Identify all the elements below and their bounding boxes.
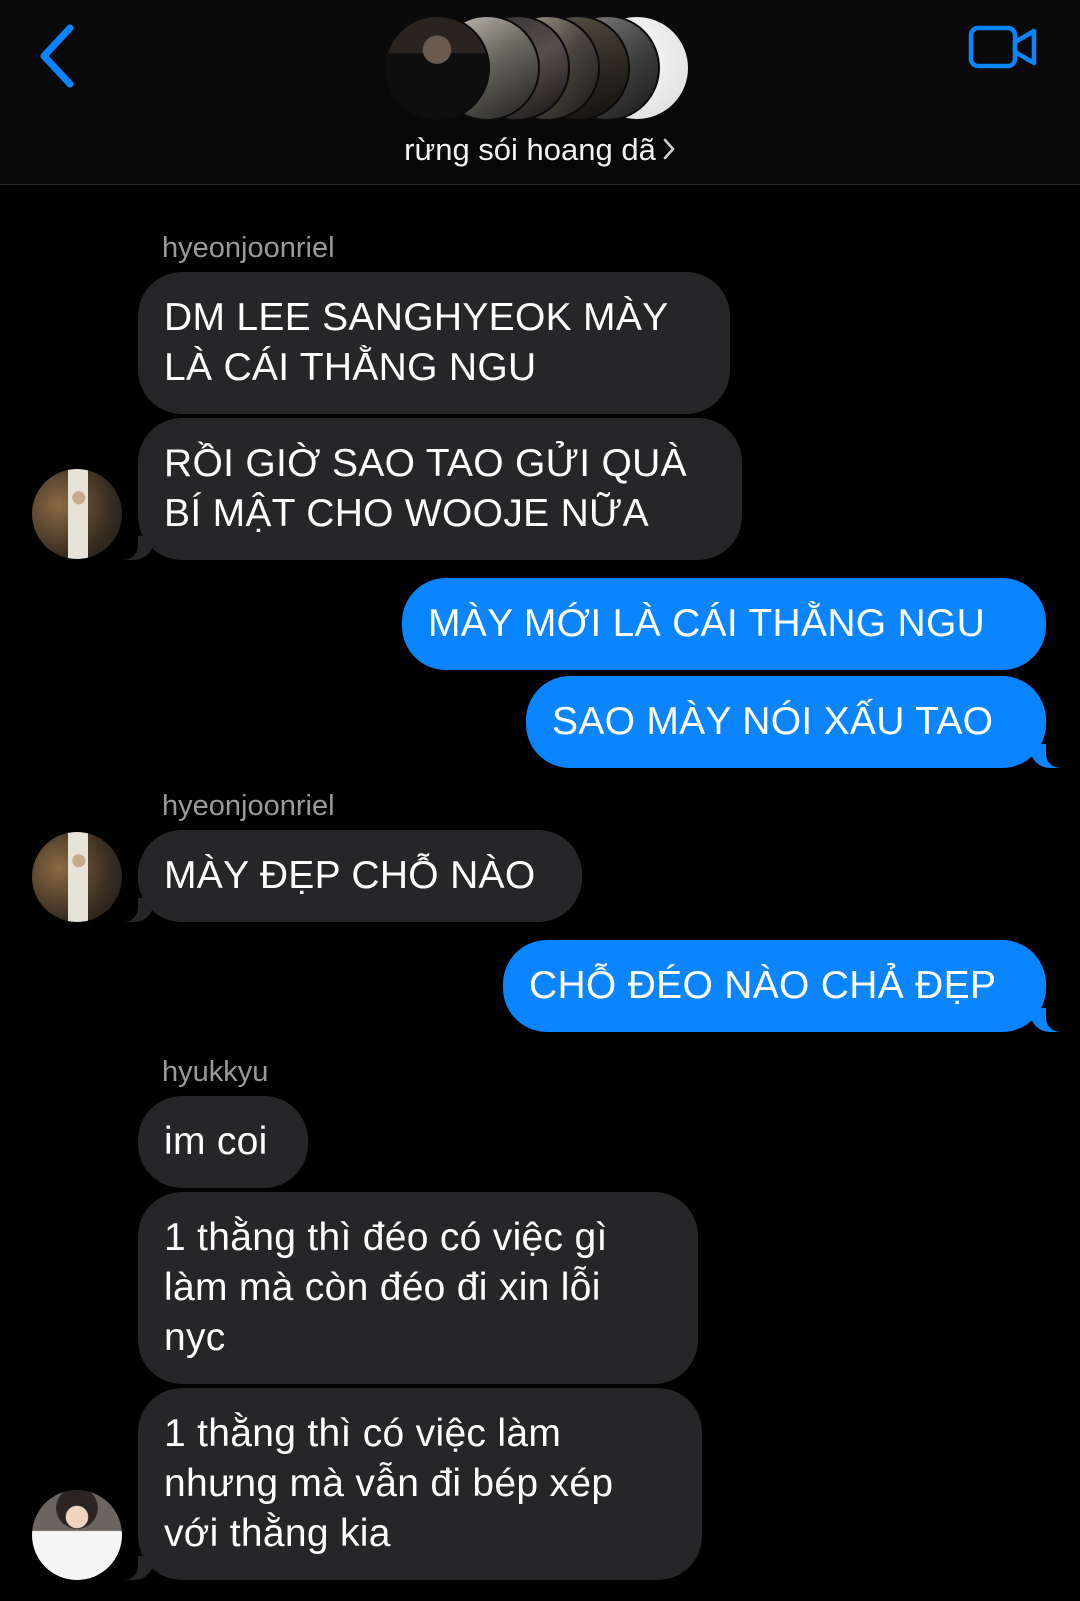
- chevron-left-icon: [40, 24, 74, 88]
- back-button[interactable]: [30, 18, 90, 94]
- message-line: CHỖ ĐÉO NÀO CHẢ ĐẸP: [529, 964, 997, 1007]
- sender-name: hyeonjoonriel: [162, 790, 335, 822]
- group-avatar-stack[interactable]: [384, 15, 704, 125]
- message-line: DM LEE SANGHYEOK MÀY: [164, 296, 669, 339]
- message-line: LÀ CÁI THẰNG NGU: [164, 346, 537, 389]
- incoming-message-bubble[interactable]: im coi: [138, 1096, 308, 1188]
- sender-avatar[interactable]: [32, 469, 122, 559]
- incoming-message-bubble[interactable]: DM LEE SANGHYEOK MÀY LÀ CÁI THẰNG NGU: [138, 272, 730, 414]
- sender-avatar[interactable]: [32, 1490, 122, 1580]
- incoming-message-bubble[interactable]: 1 thằng thì có việc làm nhưng mà vẫn đi …: [112, 1388, 702, 1580]
- message-line: im coi: [164, 1120, 268, 1163]
- message-line: RỒI GIỜ SAO TAO GỬI QUÀ: [164, 442, 687, 485]
- member-avatar: [384, 15, 490, 121]
- sender-name: hyukkyu: [162, 1056, 269, 1088]
- outgoing-message-bubble[interactable]: CHỖ ĐÉO NÀO CHẢ ĐẸP: [503, 940, 1072, 1032]
- message-line: MÀY ĐẸP CHỖ NÀO: [164, 854, 536, 897]
- message-line: MÀY MỚI LÀ CÁI THẰNG NGU: [428, 602, 986, 645]
- conversation-header: rừng sói hoang dã: [0, 0, 1080, 185]
- sender-name: hyeonjoonriel: [162, 232, 335, 264]
- message-line: 1 thằng thì có việc làm: [164, 1412, 562, 1455]
- video-call-button[interactable]: [968, 22, 1040, 72]
- message-line: nyc: [164, 1316, 226, 1359]
- outgoing-message-bubble[interactable]: MÀY MỚI LÀ CÁI THẰNG NGU: [402, 578, 1046, 670]
- message-line: nhưng mà vẫn đi bép xép: [164, 1462, 614, 1505]
- video-camera-icon: [968, 25, 1037, 69]
- message-line: SAO MÀY NÓI XẤU TAO: [552, 700, 994, 743]
- message-line: làm mà còn đéo đi xin lỗi: [164, 1266, 601, 1309]
- group-name: rừng sói hoang dã: [404, 132, 656, 167]
- incoming-message-bubble[interactable]: MÀY ĐẸP CHỖ NÀO: [112, 830, 582, 922]
- sender-avatar[interactable]: [32, 832, 122, 922]
- incoming-message-bubble[interactable]: RỒI GIỜ SAO TAO GỬI QUÀ BÍ MẬT CHO WOOJE…: [112, 418, 742, 560]
- group-name-link[interactable]: rừng sói hoang dã: [0, 132, 1080, 169]
- outgoing-message-bubble[interactable]: SAO MÀY NÓI XẤU TAO: [526, 676, 1072, 768]
- incoming-message-bubble[interactable]: 1 thằng thì đéo có việc gì làm mà còn đé…: [138, 1192, 698, 1384]
- chevron-right-icon: [662, 133, 676, 169]
- message-line: BÍ MẬT CHO WOOJE NỮA: [164, 492, 649, 535]
- message-line: 1 thằng thì đéo có việc gì: [164, 1216, 608, 1259]
- message-line: với thằng kia: [164, 1512, 391, 1555]
